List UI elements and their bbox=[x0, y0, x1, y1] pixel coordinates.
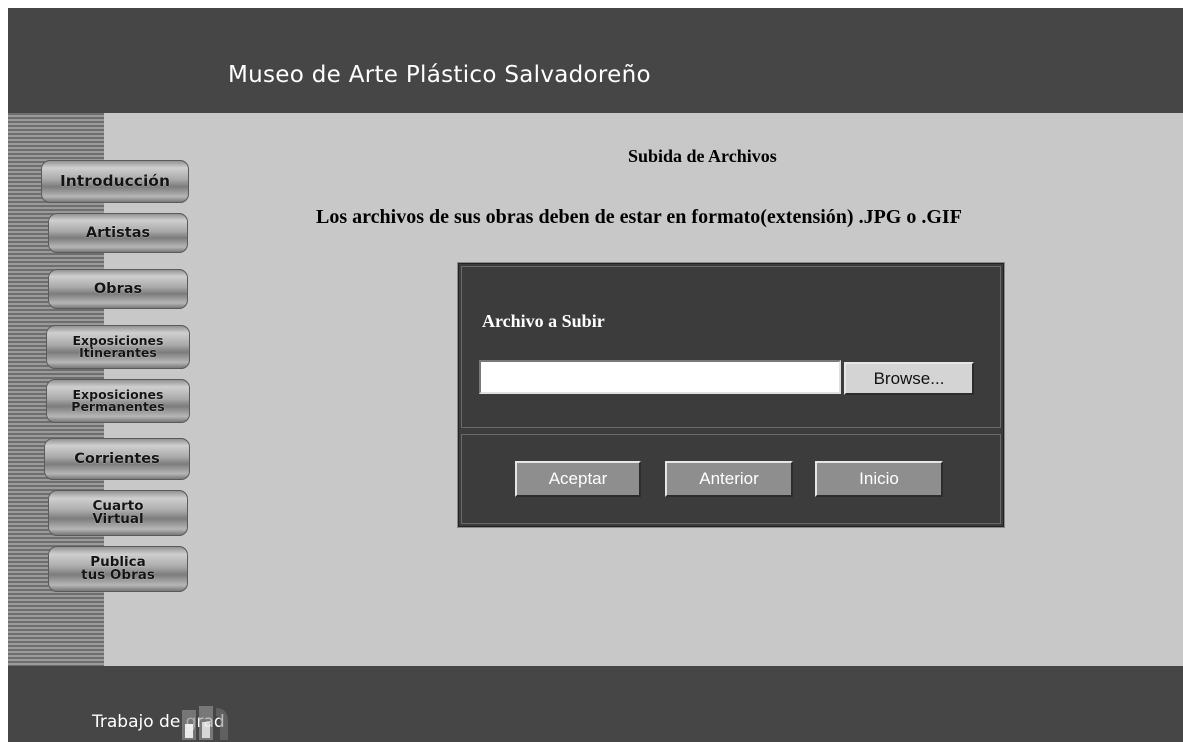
sidebar-item-label: Introducción bbox=[59, 171, 170, 190]
sidebar-item-label-line2: Virtual bbox=[92, 511, 144, 527]
sidebar-item-artistas[interactable]: Artistas bbox=[48, 213, 188, 253]
upload-form: Archivo a Subir Browse... Aceptar Anteri… bbox=[457, 262, 1005, 528]
sidebar-item-obras[interactable]: Obras bbox=[48, 269, 188, 309]
sidebar-item-publica-tus-obras[interactable]: Publica tus Obras bbox=[48, 546, 188, 592]
browse-button[interactable]: Browse... bbox=[844, 362, 974, 395]
sidebar-nav: Introducción Artistas Obras Exposiciones… bbox=[8, 113, 190, 666]
sidebar-item-label-line2: Itinerantes bbox=[79, 345, 157, 360]
sidebar-item-introduccion[interactable]: Introducción bbox=[41, 160, 189, 203]
sidebar-item-label-line2: Permanentes bbox=[71, 399, 165, 414]
upload-form-top-section bbox=[461, 266, 1001, 428]
sidebar-item-label: Corrientes bbox=[74, 450, 160, 467]
file-path-input[interactable] bbox=[479, 360, 841, 394]
page-heading: Subida de Archivos bbox=[628, 146, 777, 166]
sidebar-item-exposiciones-itinerantes[interactable]: Exposiciones Itinerantes bbox=[46, 325, 190, 369]
accept-button[interactable]: Aceptar bbox=[515, 461, 641, 497]
home-button[interactable]: Inicio bbox=[815, 461, 943, 497]
sidebar-item-corrientes[interactable]: Corrientes bbox=[44, 438, 190, 480]
site-footer: Trabajo de grad bbox=[8, 666, 1183, 742]
sidebar-item-label: Exposiciones Permanentes bbox=[71, 388, 165, 414]
sidebar-item-exposiciones-permanentes[interactable]: Exposiciones Permanentes bbox=[46, 379, 190, 423]
sidebar-item-label: Obras bbox=[93, 280, 143, 297]
file-label: Archivo a Subir bbox=[482, 311, 605, 331]
sidebar-item-label: Exposiciones Itinerantes bbox=[73, 334, 164, 360]
sidebar-item-label: Publica tus Obras bbox=[81, 555, 155, 583]
university-logo-icon bbox=[182, 706, 228, 740]
page-frame: Museo de Arte Plástico Salvadoreño Intro… bbox=[8, 8, 1183, 742]
sidebar-item-label: Artistas bbox=[85, 224, 151, 241]
sidebar-item-label-line2: tus Obras bbox=[81, 567, 155, 583]
site-title: Museo de Arte Plástico Salvadoreño bbox=[228, 62, 651, 88]
sidebar-item-cuarto-virtual[interactable]: Cuarto Virtual bbox=[48, 490, 188, 536]
upload-instructions: Los archivos de sus obras deben de estar… bbox=[316, 206, 962, 228]
site-header: Museo de Arte Plástico Salvadoreño bbox=[8, 8, 1183, 113]
back-button[interactable]: Anterior bbox=[665, 461, 793, 497]
sidebar-item-label: Cuarto Virtual bbox=[92, 499, 144, 527]
